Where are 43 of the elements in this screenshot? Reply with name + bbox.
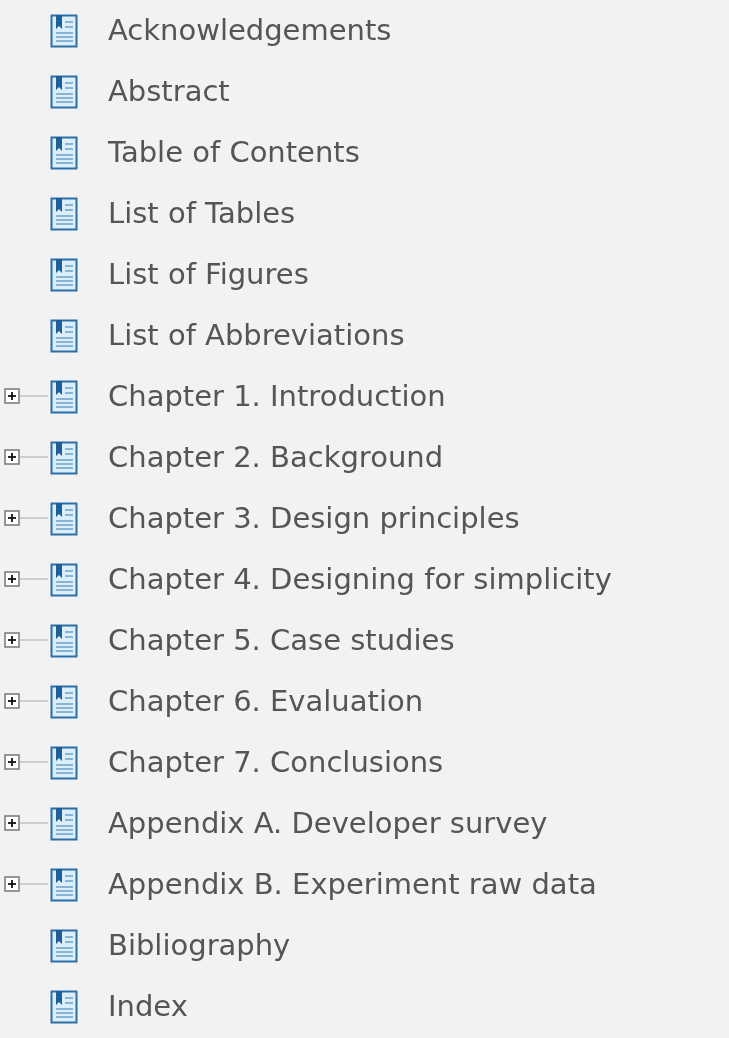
bookmark-item[interactable]: Appendix A. Developer survey: [108, 806, 548, 841]
bookmark-item[interactable]: Chapter 3. Design principles: [108, 501, 520, 536]
expand-icon[interactable]: [4, 753, 48, 772]
expand-icon[interactable]: [4, 570, 48, 589]
bookmark-icon: [50, 684, 78, 719]
expand-icon[interactable]: [4, 875, 48, 894]
bookmark-icon: [50, 257, 78, 292]
bookmark-item[interactable]: List of Tables: [108, 196, 296, 231]
bookmark-item[interactable]: Chapter 2. Background: [108, 440, 444, 475]
bookmark-item[interactable]: List of Abbreviations: [108, 318, 405, 353]
bookmark-icon: [50, 745, 78, 780]
bookmark-item[interactable]: Chapter 5. Case studies: [108, 623, 455, 658]
bookmark-icon: [50, 74, 78, 109]
bookmark-icon: [50, 623, 78, 658]
expand-icon[interactable]: [4, 692, 48, 711]
bookmark-item[interactable]: Abstract: [108, 74, 230, 109]
expand-icon[interactable]: [4, 814, 48, 833]
bookmark-item[interactable]: Appendix B. Experiment raw data: [108, 867, 597, 902]
bookmark-icon: [50, 196, 78, 231]
expand-icon[interactable]: [4, 509, 48, 528]
bookmark-item[interactable]: Acknowledgements: [108, 13, 392, 48]
bookmark-icon: [50, 379, 78, 414]
bookmark-icon: [50, 867, 78, 902]
bookmark-icon: [50, 928, 78, 963]
bookmark-icon: [50, 562, 78, 597]
bookmark-icon: [50, 440, 78, 475]
bookmark-icon: [50, 135, 78, 170]
bookmark-item[interactable]: List of Figures: [108, 257, 309, 292]
expand-icon[interactable]: [4, 631, 48, 650]
expand-icon[interactable]: [4, 448, 48, 467]
bookmark-item[interactable]: Chapter 1. Introduction: [108, 379, 446, 414]
bookmark-icon: [50, 318, 78, 353]
bookmark-icon: [50, 989, 78, 1024]
bookmark-item[interactable]: Chapter 6. Evaluation: [108, 684, 424, 719]
bookmark-item[interactable]: Bibliography: [108, 928, 291, 963]
expand-icon[interactable]: [4, 387, 48, 406]
bookmark-item[interactable]: Table of Contents: [108, 135, 360, 170]
bookmark-icon: [50, 501, 78, 536]
bookmark-item[interactable]: Chapter 7. Conclusions: [108, 745, 444, 780]
bookmark-item[interactable]: Chapter 4. Designing for simplicity: [108, 562, 612, 597]
bookmark-item[interactable]: Index: [108, 989, 188, 1024]
bookmark-icon: [50, 13, 78, 48]
bookmark-icon: [50, 806, 78, 841]
